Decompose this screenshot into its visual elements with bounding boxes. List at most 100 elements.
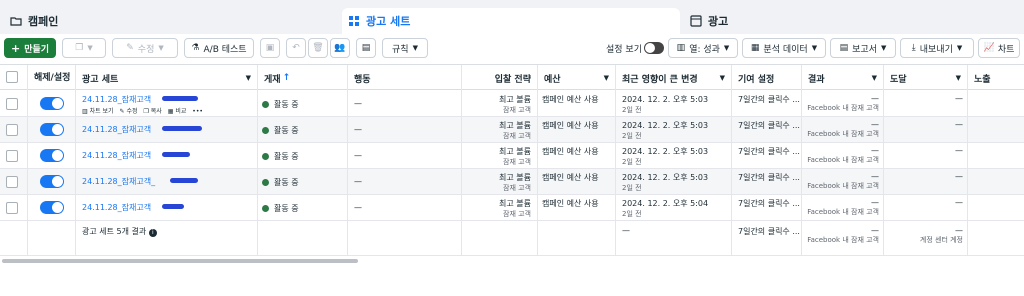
row-onoff-toggle[interactable] — [40, 149, 64, 162]
row-checkbox[interactable] — [6, 150, 18, 162]
summary-reach-sub: 계정 센터 계정 — [919, 236, 963, 244]
redaction-mark — [162, 96, 198, 101]
edit-button[interactable]: ✎ 수정 ▼ — [112, 38, 178, 58]
row-toggle-cell — [28, 169, 76, 195]
table-row[interactable]: 24.11.28_잠재고객 활동 중 — 최고 볼륨 잠재 고객 캠페인 예산 … — [0, 117, 1024, 143]
adset-name-link[interactable]: 24.11.28_잠재고객_ — [82, 176, 155, 187]
row-action: — — [348, 195, 462, 221]
row-duplicate-action[interactable]: ❐ 복사 — [143, 108, 161, 115]
table-row[interactable]: 24.11.28_잠재고객 활동 중 — 최고 볼륨 잠재 고객 캠페인 예산 … — [0, 195, 1024, 221]
row-checkbox[interactable] — [6, 98, 18, 110]
row-chart-action[interactable]: ▥ 차트 보기 — [82, 108, 114, 115]
table-row[interactable]: 24.11.28_잠재고객_ 활동 중 — 최고 볼륨 잠재 고객 캠페인 예산… — [0, 169, 1024, 195]
ab-test-button[interactable]: ⚗ A/B 테스트 — [184, 38, 254, 58]
adset-name-link[interactable]: 24.11.28_잠재고객 — [82, 94, 151, 105]
row-compare-action[interactable]: ▦ 비교 — [168, 108, 187, 115]
row-bid-sub: 잠재 고객 — [503, 210, 531, 218]
row-bid: 최고 볼륨 — [499, 173, 531, 182]
chevron-down-icon: ▼ — [723, 44, 730, 52]
undo-button[interactable]: ↶ — [286, 38, 306, 58]
archive-button[interactable]: ▣ — [260, 38, 280, 58]
row-results-cell: — Facebook 내 잠재 고객 — [802, 169, 884, 195]
breakdown-button[interactable]: ▦ 분석 데이터 ▼ — [742, 38, 826, 58]
header-results[interactable]: 결과 ▼ — [802, 65, 884, 91]
row-budget: 캠페인 예산 사용 — [538, 117, 616, 143]
header-results-label: 결과 — [808, 74, 825, 85]
comment-button[interactable]: ▤ — [356, 38, 376, 58]
rules-button[interactable]: 규칙 ▼ — [382, 38, 428, 58]
row-bid: 최고 볼륨 — [499, 95, 531, 104]
table-row[interactable]: 24.11.28_잠재고객 활동 중 — 최고 볼륨 잠재 고객 캠페인 예산 … — [0, 143, 1024, 169]
row-bid-cell: 최고 볼륨 잠재 고객 — [462, 143, 538, 169]
summary-results-value: — — [871, 226, 879, 235]
row-results-cell: — Facebook 내 잠재 고객 — [802, 117, 884, 143]
row-reach: — — [884, 91, 968, 117]
row-bid-sub: 잠재 고객 — [503, 106, 531, 114]
header-budget[interactable]: 예산 ▼ — [538, 65, 616, 91]
edit-button-label: 수정 — [137, 44, 155, 55]
reports-label: 보고서 — [852, 44, 877, 55]
tab-campaigns[interactable]: 캠페인 — [4, 8, 338, 34]
audience-button[interactable]: 👥 — [330, 38, 350, 58]
header-delivery[interactable]: 게재 ↑ — [258, 65, 348, 91]
row-impressions — [968, 91, 1024, 117]
summary-change: — — [616, 220, 732, 256]
row-toggle-cell — [28, 195, 76, 221]
row-onoff-toggle[interactable] — [40, 97, 64, 110]
chart-button[interactable]: 📈 차트 — [978, 38, 1020, 58]
adset-name-link[interactable]: 24.11.28_잠재고객 — [82, 124, 151, 135]
info-icon[interactable]: i — [148, 229, 157, 237]
row-budget: 캠페인 예산 사용 — [538, 143, 616, 169]
header-attribution[interactable]: 기여 설정 — [732, 65, 802, 91]
status-dot-icon — [262, 179, 269, 186]
duplicate-button[interactable]: ❐ ▼ — [62, 38, 106, 58]
create-button[interactable]: + 만들기 — [4, 38, 56, 58]
adset-name-link[interactable]: 24.11.28_잠재고객 — [82, 150, 151, 161]
row-action: — — [348, 91, 462, 117]
header-last-change[interactable]: 최근 영향이 큰 변경 ▼ — [616, 65, 732, 91]
export-button[interactable]: ⤓ 내보내기 ▼ — [900, 38, 974, 58]
breakdown-icon: ▦ — [750, 43, 760, 53]
row-change: 2024. 12. 2. 오후 5:03 — [622, 147, 709, 156]
tab-adsets[interactable]: 광고 세트 — [342, 8, 680, 34]
sort-up-icon: ↑ — [282, 73, 291, 83]
row-chart-label: 차트 보기 — [89, 108, 114, 115]
header-impressions[interactable]: 노출 — [968, 65, 1024, 91]
tab-label: 광고 세트 — [366, 15, 411, 28]
create-button-label: 만들기 — [24, 44, 50, 55]
row-onoff-toggle[interactable] — [40, 175, 64, 188]
summary-attribution: 7일간의 클릭수 ... — [732, 220, 802, 256]
reports-button[interactable]: ▤ 보고서 ▼ — [830, 38, 896, 58]
row-onoff-toggle[interactable] — [40, 201, 64, 214]
header-reach[interactable]: 도달 ▼ — [884, 65, 968, 91]
row-bid-sub: 잠재 고객 — [503, 132, 531, 140]
select-all-cell — [0, 65, 28, 91]
chevron-down-icon: ▼ — [158, 44, 164, 52]
columns-button[interactable]: ▥ 열: 성과 ▼ — [668, 38, 738, 58]
horizontal-scrollbar[interactable] — [2, 259, 358, 263]
summary-reach-value: — — [955, 226, 963, 235]
row-more-action[interactable]: ••• — [192, 108, 203, 115]
row-checkbox[interactable] — [6, 202, 18, 214]
ad-icon — [690, 15, 702, 27]
row-results-sub: Facebook 내 잠재 고객 — [807, 104, 879, 112]
delete-button[interactable]: 🗑 — [308, 38, 328, 58]
adset-name-link[interactable]: 24.11.28_잠재고객 — [82, 202, 151, 213]
row-results-cell: — Facebook 내 잠재 고객 — [802, 91, 884, 117]
row-bid-cell: 최고 볼륨 잠재 고객 — [462, 169, 538, 195]
tab-ads[interactable]: 광고 — [684, 8, 1020, 34]
rules-label: 규칙 — [392, 44, 409, 55]
select-all-checkbox[interactable] — [6, 71, 18, 83]
header-bid[interactable]: 입찰 전략 — [462, 65, 538, 91]
show-settings-toggle[interactable] — [644, 42, 664, 54]
chart-icon: ▥ — [82, 108, 88, 115]
row-onoff-toggle[interactable] — [40, 123, 64, 136]
row-edit-action[interactable]: ✎ 수정 — [120, 108, 138, 115]
row-checkbox[interactable] — [6, 176, 18, 188]
table-row[interactable]: 24.11.28_잠재고객 ▥ 차트 보기 ✎ 수정 ❐ 복사 ▦ 비교 •••… — [0, 91, 1024, 117]
header-onoff[interactable]: 해제/설정 — [28, 65, 76, 91]
header-action[interactable]: 행동 — [348, 65, 462, 91]
row-impressions — [968, 143, 1024, 169]
header-adset[interactable]: 광고 세트 ▼ — [76, 65, 258, 91]
row-checkbox[interactable] — [6, 124, 18, 136]
